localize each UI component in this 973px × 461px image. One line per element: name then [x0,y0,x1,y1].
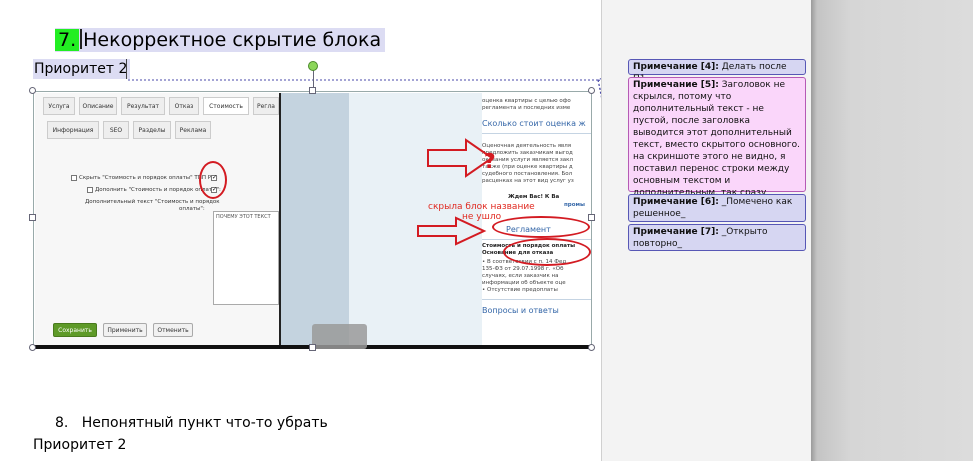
resize-handle-tr[interactable] [588,87,595,94]
comment-label: Примечание [6]: [633,197,719,207]
question-mark-icon: ? [484,149,496,173]
resize-handle-b[interactable] [309,344,316,351]
svg-text:?: ? [484,149,496,173]
resize-handle-bl[interactable] [29,344,36,351]
resize-handle-t[interactable] [309,87,316,94]
resize-handle-tl[interactable] [29,87,36,94]
red-arrow-icon [417,216,487,246]
comment-label: Примечание [7]: [633,227,719,237]
window-gutter [811,0,973,461]
comment-balloon-4[interactable]: Примечание [4]: Делать после П1. [628,59,806,84]
comment-label: Примечание [4]: [633,62,719,72]
comment-balloon-7[interactable]: Примечание [7]: _Открыто повторно_ [628,224,806,251]
mouse-overlay [312,324,367,349]
comment-balloon-6[interactable]: Примечание [6]: _Помечено как решенное_ [628,194,806,222]
rotate-handle[interactable] [308,61,318,71]
comment-label: Примечание [5]: [633,80,719,90]
comment-connector-lines [128,65,629,235]
red-arrow-icon [427,138,494,178]
resize-handle-br[interactable] [588,344,595,351]
resize-handle-l[interactable] [29,214,36,221]
comment-balloon-5[interactable]: Примечание [5]: Заголовок не скрылся, по… [628,77,806,222]
resize-handle-r[interactable] [588,214,595,221]
